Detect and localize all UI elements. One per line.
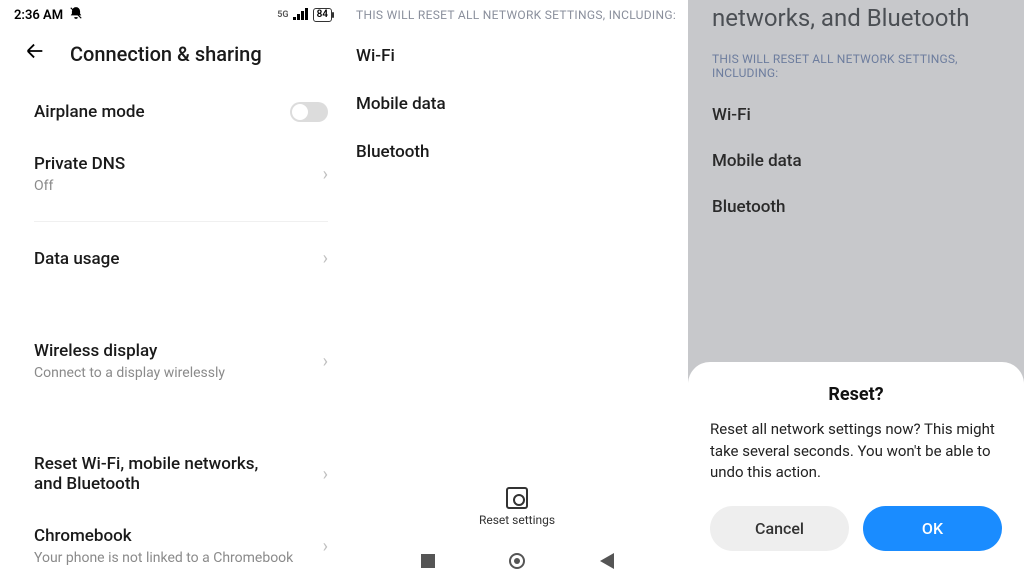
nav-home-icon[interactable] <box>509 553 525 569</box>
reset-icon <box>506 487 528 509</box>
battery-indicator: 84 <box>313 8 332 22</box>
row-title: Chromebook <box>34 526 313 546</box>
network-icon: 5G <box>277 10 288 20</box>
status-time: 2:36 AM <box>14 8 63 23</box>
nav-back-icon[interactable] <box>600 553 614 569</box>
page-header: Connection & sharing <box>0 26 346 86</box>
reset-button-label: Reset settings <box>346 513 688 527</box>
system-nav-bar <box>346 553 688 569</box>
dnd-icon <box>69 6 83 24</box>
nav-recent-icon[interactable] <box>421 554 435 568</box>
row-subtitle: Connect to a display wirelessly <box>34 364 313 382</box>
row-title: Airplane mode <box>34 102 290 122</box>
dialog-buttons: Cancel OK <box>710 506 1002 551</box>
chevron-right-icon: › <box>313 351 328 372</box>
reset-items-list: Wi-Fi Mobile data Bluetooth <box>346 32 688 176</box>
row-title: Data usage <box>34 249 313 269</box>
row-subtitle: Off <box>34 177 313 195</box>
list-item-wifi: Wi-Fi <box>356 32 678 80</box>
dialog-title: Reset? <box>710 384 1002 405</box>
cancel-button[interactable]: Cancel <box>710 506 849 551</box>
page-title-partial: networks, and Bluetooth <box>688 0 1024 42</box>
chevron-right-icon: › <box>313 464 328 485</box>
divider <box>34 221 328 222</box>
reset-confirm-dialog-screen: networks, and Bluetooth THIS WILL RESET … <box>688 0 1024 575</box>
list-item-mobile-data: Mobile data <box>688 138 1024 184</box>
chevron-right-icon: › <box>313 164 328 185</box>
signal-icon <box>293 8 309 23</box>
ok-button[interactable]: OK <box>863 506 1002 551</box>
reset-settings-button[interactable]: Reset settings <box>346 487 688 527</box>
row-reset-network[interactable]: Reset Wi-Fi, mobile networks, and Blueto… <box>34 438 328 510</box>
reset-network-settings-screen: THIS WILL RESET ALL NETWORK SETTINGS, IN… <box>346 0 688 575</box>
row-title: Private DNS <box>34 154 313 174</box>
back-icon[interactable] <box>24 40 46 68</box>
airplane-toggle[interactable] <box>290 102 328 122</box>
row-subtitle: Your phone is not linked to a Chromebook <box>34 549 313 567</box>
row-data-usage[interactable]: Data usage › <box>34 232 328 285</box>
page-title: Connection & sharing <box>70 42 262 66</box>
section-caption: THIS WILL RESET ALL NETWORK SETTINGS, IN… <box>688 42 1024 92</box>
row-private-dns[interactable]: Private DNS Off › <box>34 138 328 211</box>
list-item-mobile-data: Mobile data <box>356 80 678 128</box>
list-item-wifi: Wi-Fi <box>688 92 1024 138</box>
status-bar: 2:36 AM 5G 84 <box>0 0 346 26</box>
row-chromebook[interactable]: Chromebook Your phone is not linked to a… <box>34 510 328 575</box>
settings-list: Airplane mode Private DNS Off › Data usa… <box>0 86 346 575</box>
list-item-bluetooth: Bluetooth <box>688 184 1024 230</box>
dialog-message: Reset all network settings now? This mig… <box>710 419 1002 484</box>
chevron-right-icon: › <box>313 536 328 557</box>
section-caption: THIS WILL RESET ALL NETWORK SETTINGS, IN… <box>346 0 688 32</box>
confirm-dialog: Reset? Reset all network settings now? T… <box>688 362 1024 575</box>
row-airplane-mode[interactable]: Airplane mode <box>34 86 328 138</box>
row-title: Wireless display <box>34 341 313 361</box>
list-item-bluetooth: Bluetooth <box>356 128 678 176</box>
settings-connection-sharing-screen: 2:36 AM 5G 84 Connection & sharing Airpl… <box>0 0 346 575</box>
row-wireless-display[interactable]: Wireless display Connect to a display wi… <box>34 325 328 398</box>
chevron-right-icon: › <box>313 248 328 269</box>
row-title: Reset Wi-Fi, mobile networks, and Blueto… <box>34 454 274 494</box>
